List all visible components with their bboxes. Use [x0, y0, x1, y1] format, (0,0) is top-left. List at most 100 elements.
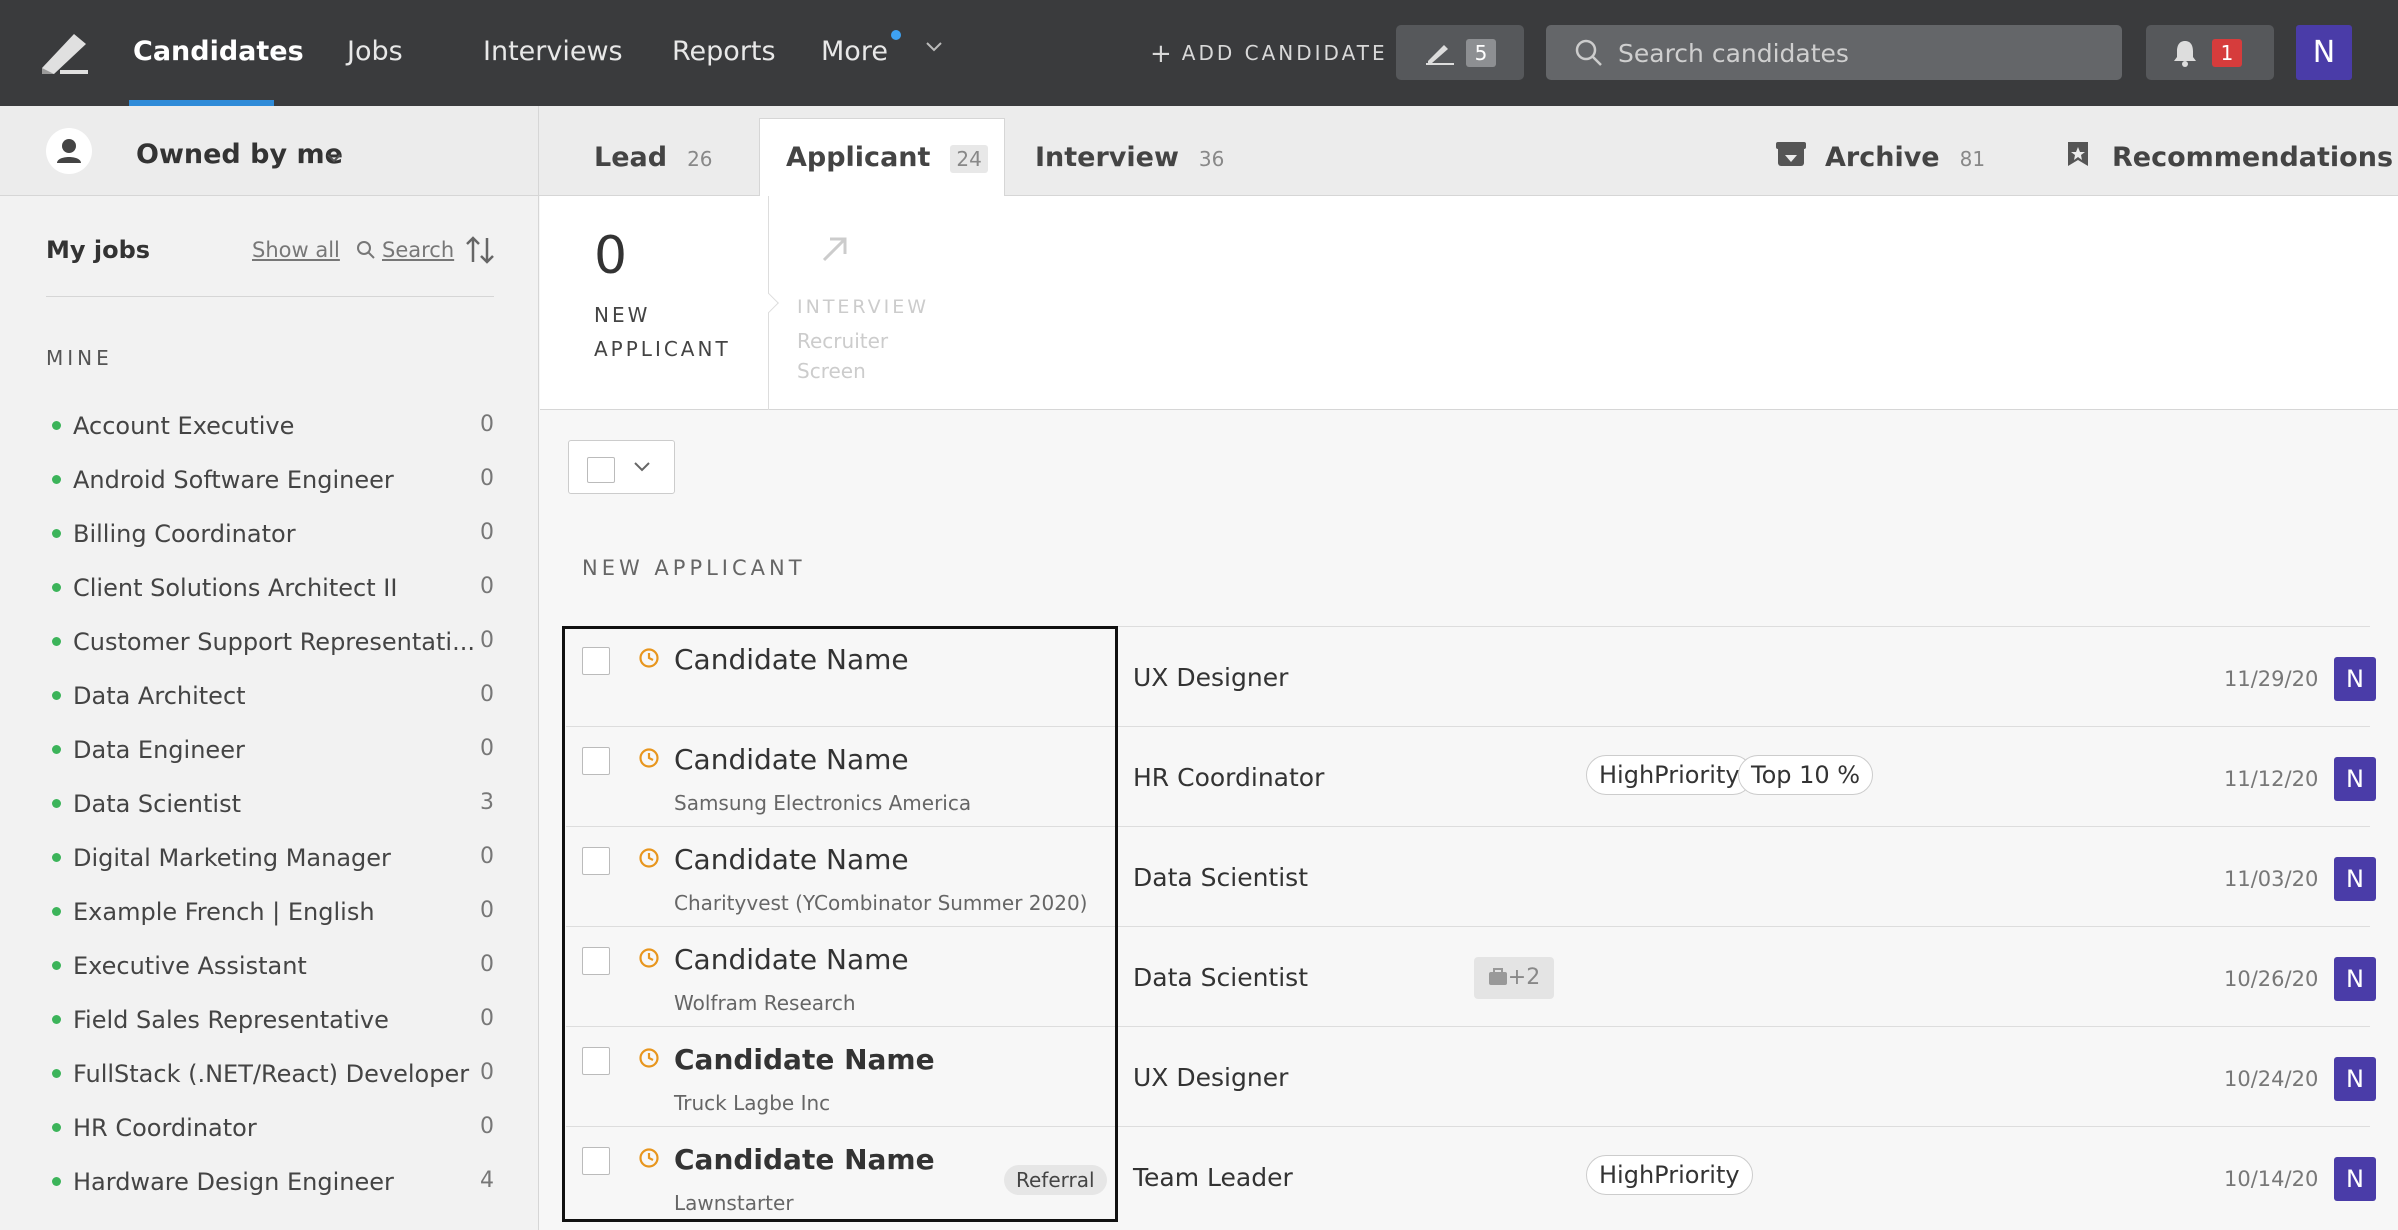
select-all-checkbox[interactable] [587, 457, 615, 483]
search-bar[interactable] [1546, 25, 2122, 80]
candidate-row[interactable]: Candidate Name Wolfram Research Data Scien… [566, 926, 2376, 1026]
owner-avatar[interactable]: N [2334, 1157, 2376, 1201]
job-name: Example French | English [73, 898, 375, 926]
tab-recommendations[interactable]: Recommendations [2112, 142, 2393, 173]
candidate-company: Charityvest (YCombinator Summer 2020) [674, 891, 1088, 915]
candidate-name[interactable]: Candidate Name [674, 843, 909, 876]
owner-avatar[interactable]: N [2334, 957, 2376, 1001]
tab-applicant[interactable]: Applicant 24 [786, 142, 988, 173]
nav-jobs[interactable]: Jobs [347, 36, 403, 67]
sidebar-search-link[interactable]: Search [382, 238, 454, 262]
more-notification-dot [891, 30, 901, 40]
job-name: Client Solutions Architect II [73, 574, 398, 602]
row-checkbox[interactable] [582, 847, 610, 875]
status-dot [52, 691, 61, 700]
notifications-button[interactable]: 1 [2146, 25, 2274, 80]
tab-archive[interactable]: Archive 81 [1825, 142, 1985, 173]
tag-chip[interactable]: Top 10 % [1738, 755, 1874, 795]
bulk-select-dropdown[interactable] [568, 440, 675, 494]
status-dot [52, 1069, 61, 1078]
job-count: 3 [480, 790, 494, 815]
candidate-date: 10/14/20 [2224, 1167, 2319, 1191]
sidebar-job-item[interactable]: HR Coordinator 0 [46, 1104, 494, 1158]
sidebar-job-item[interactable]: Example French | English 0 [46, 888, 494, 942]
nav-interviews[interactable]: Interviews [483, 36, 623, 67]
nav-candidates[interactable]: Candidates [133, 36, 304, 67]
candidate-company: Samsung Electronics America [674, 791, 972, 815]
row-checkbox[interactable] [582, 1147, 610, 1175]
status-dot [52, 907, 61, 916]
job-name: Android Software Engineer [73, 466, 394, 494]
search-icon[interactable] [356, 240, 376, 260]
sidebar-job-item[interactable]: Account Executive 0 [46, 402, 494, 456]
candidate-name[interactable]: Candidate Name [674, 943, 909, 976]
search-icon [1575, 39, 1602, 66]
sidebar-job-item[interactable]: Hardware Design Engineer 4 [46, 1158, 494, 1212]
show-all-link[interactable]: Show all [252, 238, 340, 262]
candidate-job: HR Coordinator [1133, 763, 1325, 792]
sidebar-job-item[interactable]: Client Solutions Architect II 0 [46, 564, 494, 618]
sidebar-job-item[interactable]: Digital Marketing Manager 0 [46, 834, 494, 888]
status-dot [52, 1177, 61, 1186]
drafts-button[interactable]: 5 [1396, 25, 1524, 80]
owner-filter[interactable]: Owned by me [0, 106, 539, 196]
candidate-date: 11/12/20 [2224, 767, 2319, 791]
tag-chip[interactable]: HighPriority [1586, 755, 1753, 795]
sidebar-job-item[interactable]: Data Scientist 3 [46, 780, 494, 834]
candidate-date: 10/24/20 [2224, 1067, 2319, 1091]
sidebar-job-item[interactable]: Data Engineer 0 [46, 726, 494, 780]
pen-logo-icon[interactable] [40, 30, 90, 76]
sidebar-job-item[interactable]: Billing Coordinator 0 [46, 510, 494, 564]
job-count: 0 [480, 466, 494, 491]
job-count: 0 [480, 898, 494, 923]
row-checkbox[interactable] [582, 947, 610, 975]
arrow-up-right-icon [822, 237, 847, 262]
jobs-badge[interactable]: +2 [1474, 957, 1554, 999]
candidate-name[interactable]: Candidate Name [674, 643, 909, 676]
owner-avatar[interactable]: N [2334, 1057, 2376, 1101]
candidate-company: Truck Lagbe Inc [674, 1091, 831, 1115]
sidebar-job-item[interactable]: Customer Support Representati... 0 [46, 618, 494, 672]
candidate-name[interactable]: Candidate Name [674, 1043, 935, 1076]
clock-icon [638, 647, 660, 673]
status-dot [52, 1123, 61, 1132]
sidebar-job-item[interactable]: Android Software Engineer 0 [46, 456, 494, 510]
status-dot [52, 583, 61, 592]
candidate-job: UX Designer [1133, 663, 1289, 692]
job-count: 0 [480, 628, 494, 653]
user-avatar[interactable]: N [2296, 25, 2352, 80]
job-count: 4 [480, 1168, 494, 1193]
row-checkbox[interactable] [582, 747, 610, 775]
candidate-row[interactable]: Candidate Name UX Designer 11/29/20 N [566, 626, 2376, 726]
pencil-icon [1426, 45, 1454, 65]
sort-icon[interactable] [464, 234, 496, 266]
sidebar-job-item[interactable]: Data Architect 0 [46, 672, 494, 726]
nav-reports[interactable]: Reports [672, 36, 776, 67]
nav-more[interactable]: More [821, 36, 888, 67]
status-dot [52, 1015, 61, 1024]
candidate-row[interactable]: Candidate Name Lawnstarter Referral Team Le… [566, 1126, 2376, 1226]
candidate-company: Wolfram Research [674, 991, 856, 1015]
job-count: 0 [480, 952, 494, 977]
row-checkbox[interactable] [582, 1047, 610, 1075]
candidate-name[interactable]: Candidate Name [674, 743, 909, 776]
row-checkbox[interactable] [582, 647, 610, 675]
candidate-date: 11/03/20 [2224, 867, 2319, 891]
tab-lead[interactable]: Lead 26 [594, 142, 713, 173]
candidate-name[interactable]: Candidate Name [674, 1143, 935, 1176]
tag-chip[interactable]: HighPriority [1586, 1155, 1753, 1195]
sidebar-job-item[interactable]: Field Sales Representative 0 [46, 996, 494, 1050]
candidate-row[interactable]: Candidate Name Truck Lagbe Inc UX Designer… [566, 1026, 2376, 1126]
chevron-down-icon[interactable] [925, 41, 943, 53]
owner-avatar[interactable]: N [2334, 757, 2376, 801]
tab-interview[interactable]: Interview 36 [1035, 142, 1224, 173]
candidate-row[interactable]: Candidate Name Samsung Electronics Americ… [566, 726, 2376, 826]
sidebar-job-item[interactable]: Executive Assistant 0 [46, 942, 494, 996]
candidate-row[interactable]: Candidate Name Charityvest (YCombinator S… [566, 826, 2376, 926]
owner-avatar[interactable]: N [2334, 857, 2376, 901]
sidebar-job-item[interactable]: FullStack (.NET/React) Developer 0 [46, 1050, 494, 1104]
search-input[interactable] [1618, 35, 2098, 71]
referral-badge: Referral [1004, 1165, 1107, 1195]
add-candidate-button[interactable]: + ADD CANDIDATE [1150, 39, 1388, 69]
owner-avatar[interactable]: N [2334, 657, 2376, 701]
